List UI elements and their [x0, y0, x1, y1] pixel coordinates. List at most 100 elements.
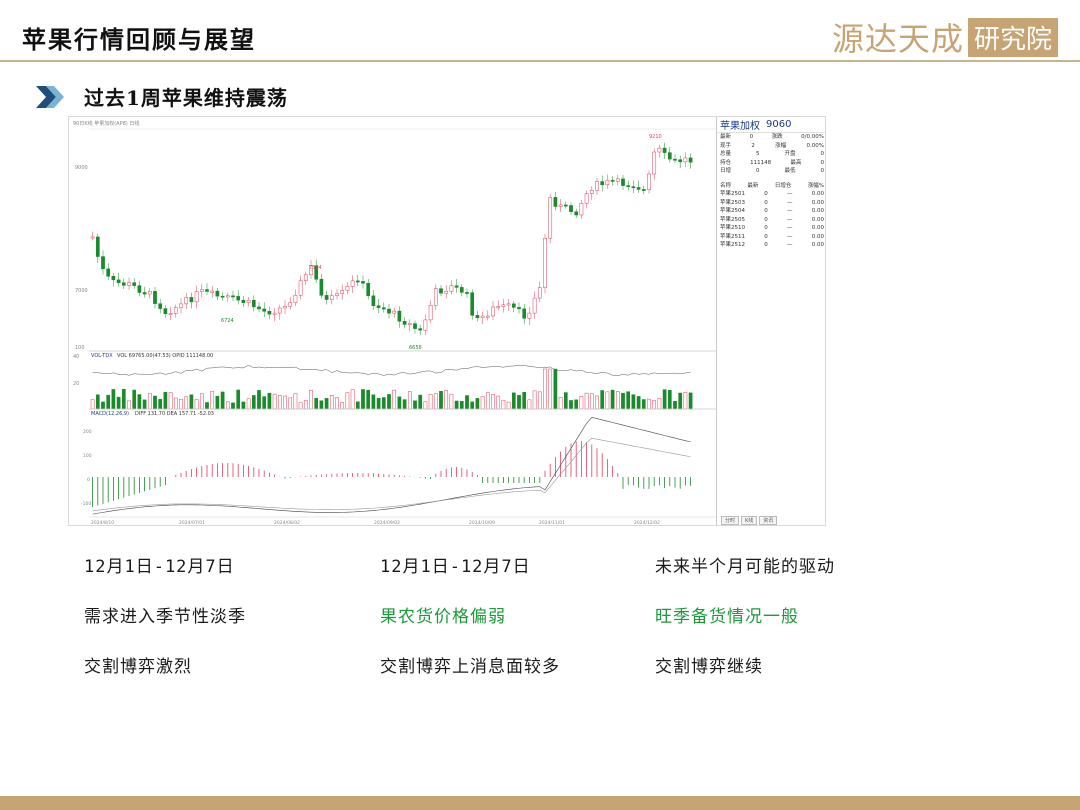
- candle-body: [501, 304, 506, 307]
- volume-bar: [272, 393, 277, 410]
- candle-body: [371, 295, 376, 306]
- price-label-9000: 9000: [75, 165, 88, 171]
- tab-fenshi[interactable]: 分时: [721, 516, 740, 525]
- quote-header: 苹果加权 9060: [717, 117, 825, 133]
- candle-body: [319, 278, 324, 296]
- subtitle: 过去1周苹果维持震荡: [84, 86, 288, 110]
- volume-bar: [127, 400, 131, 410]
- macd-axis-200: 200: [83, 429, 92, 435]
- candle-body: [340, 290, 345, 294]
- volume-bar: [298, 402, 303, 410]
- volume-bar: [137, 394, 142, 410]
- volume-bar: [376, 398, 381, 410]
- candle-body: [449, 285, 454, 292]
- candle-body: [257, 306, 261, 310]
- volume-bar: [517, 395, 521, 410]
- price-label-100: 100: [75, 345, 85, 351]
- candle-body: [657, 147, 662, 153]
- candle-body: [595, 181, 599, 191]
- date-label: 2024/12/02: [634, 520, 660, 526]
- candle-body: [517, 307, 521, 310]
- quote-row: 最新 0 涨跌 0/0.00%: [720, 134, 824, 140]
- candle-body: [506, 303, 511, 306]
- quote-panel: 苹果加权 9060 最新 0 涨跌 0/0.00% 现手 2 涨幅 0.00% 总量 5 开盘 0 持仓…: [716, 117, 825, 525]
- candle-body: [153, 291, 157, 304]
- candle-body: [558, 204, 563, 207]
- volume-bar: [433, 393, 438, 410]
- macd-axis-0: 0: [87, 477, 90, 483]
- volume-bar: [413, 400, 417, 410]
- candle-body: [210, 290, 215, 293]
- volume-bar: [636, 396, 641, 410]
- macd-label: MACD(12,26,9): [91, 411, 129, 417]
- tab-news[interactable]: 资讯: [759, 516, 778, 525]
- candle-body: [579, 202, 584, 216]
- quote-list-item[interactable]: 苹果2501 0—0.00: [717, 190, 825, 199]
- volume-bar: [641, 399, 646, 410]
- volume-bar: [418, 394, 423, 410]
- volume-bar: [257, 390, 261, 410]
- quote-row: 总量 5 开盘 0: [720, 151, 824, 157]
- candle-body: [418, 328, 423, 331]
- tab-kline[interactable]: K线: [741, 516, 758, 525]
- date-label: 2024/10/09: [469, 520, 495, 526]
- candle-body: [251, 299, 256, 308]
- volume-bar: [553, 368, 558, 410]
- volume-bar: [647, 398, 651, 410]
- volume-bar: [335, 397, 339, 410]
- candle-body: [158, 303, 163, 309]
- vol-label: VOL-TDX: [91, 353, 113, 359]
- quote-list-item[interactable]: 苹果2504 0—0.00: [717, 207, 825, 216]
- volume-bar: [543, 368, 547, 410]
- volume-bar: [355, 401, 360, 410]
- candle-body: [277, 307, 282, 314]
- volume-bar: [153, 395, 157, 410]
- col1-header: 12月1日-12月7日: [84, 557, 235, 577]
- volume-bar: [527, 399, 532, 410]
- quote-list-item[interactable]: 苹果2503 0—0.00: [717, 199, 825, 208]
- candle-body: [553, 197, 558, 207]
- col3-row2: 交割博弈继续: [655, 657, 763, 677]
- volume-bar: [558, 397, 563, 410]
- macd-axis-neg100: -100: [81, 501, 91, 507]
- volume-bar: [90, 399, 95, 410]
- annotation-low-mid: 6656: [409, 345, 422, 351]
- volume-bar: [589, 393, 594, 410]
- volume-bar: [314, 397, 319, 410]
- volume-bar: [168, 392, 173, 410]
- vol-axis-top: 40: [73, 354, 79, 360]
- candle-body: [615, 178, 620, 182]
- date-label: 2024/09/02: [374, 520, 400, 526]
- volume-bar: [579, 396, 584, 410]
- candle-body: [298, 280, 303, 296]
- volume-bar: [116, 396, 121, 410]
- volume-bar: [491, 394, 495, 410]
- company-logo: 源达天成 研究院: [832, 14, 1058, 60]
- quote-list-item[interactable]: 苹果2512 0—0.00: [717, 241, 825, 250]
- candle-body: [543, 237, 547, 288]
- candle-body: [283, 306, 287, 309]
- candle-body: [106, 268, 111, 277]
- candle-body: [563, 204, 568, 207]
- volume-bar: [381, 397, 386, 410]
- quote-list-item[interactable]: 苹果2511 0—0.00: [717, 233, 825, 242]
- volume-bar: [173, 397, 178, 410]
- volume-bar: [303, 400, 308, 410]
- quote-row: 日增 0 最低 0: [720, 168, 824, 174]
- date-label: 2024/11/01: [539, 520, 565, 526]
- candle-body: [465, 292, 469, 294]
- volume-bar: [397, 396, 402, 410]
- volume-bar: [387, 394, 391, 410]
- volume-bar: [683, 392, 688, 410]
- candle-body: [267, 311, 272, 315]
- candle-body: [496, 306, 501, 309]
- volume-bar: [423, 401, 428, 410]
- quote-row: 现手 2 涨幅 0.00%: [720, 142, 824, 149]
- volume-bar: [241, 401, 246, 410]
- volume-bar: [454, 400, 459, 410]
- candle-body: [673, 158, 677, 161]
- candle-body: [381, 307, 386, 310]
- volume-bar: [532, 390, 537, 410]
- quote-list-item[interactable]: 苹果2510 0—0.00: [717, 224, 825, 233]
- quote-list-item[interactable]: 苹果2505 0—0.00: [717, 216, 825, 225]
